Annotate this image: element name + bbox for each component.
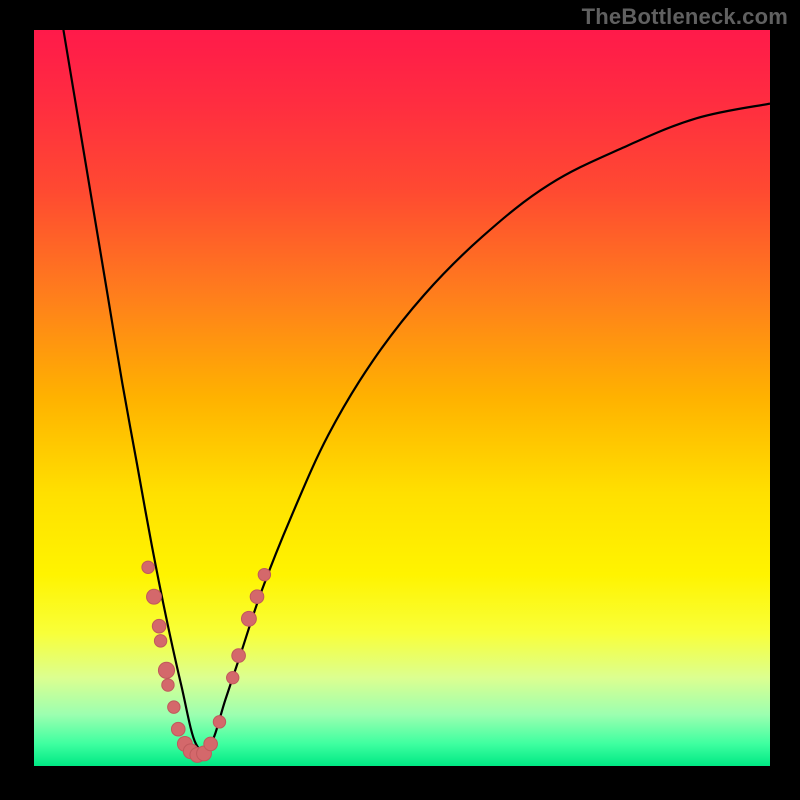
- marker-dot: [250, 590, 264, 604]
- marker-dot: [162, 679, 174, 691]
- marker-dot: [258, 568, 270, 580]
- plot-background: [34, 30, 770, 766]
- marker-dot: [241, 611, 256, 626]
- watermark-text: TheBottleneck.com: [582, 4, 788, 30]
- marker-dot: [232, 649, 246, 663]
- marker-dot: [142, 561, 154, 573]
- bottleneck-chart: [0, 0, 800, 800]
- marker-dot: [158, 662, 174, 678]
- marker-dot: [227, 671, 239, 683]
- marker-dot: [171, 722, 185, 736]
- marker-dot: [152, 619, 166, 633]
- marker-dot: [154, 635, 166, 647]
- marker-dot: [168, 701, 180, 713]
- chart-frame: TheBottleneck.com: [0, 0, 800, 800]
- marker-dot: [213, 716, 225, 728]
- marker-dot: [147, 589, 162, 604]
- marker-dot: [204, 737, 218, 751]
